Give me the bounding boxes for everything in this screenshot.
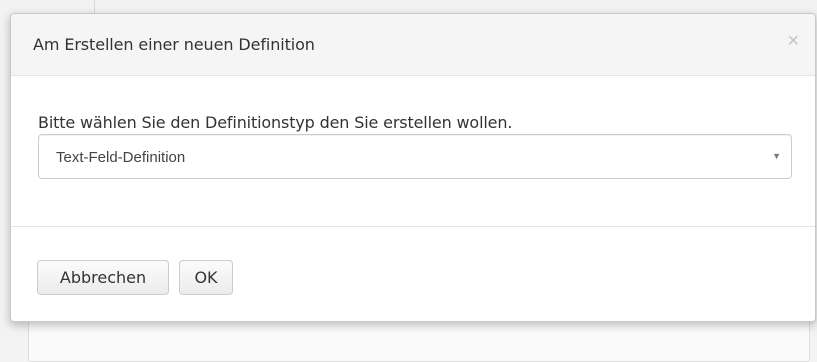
definition-type-selected-value: Text-Feld-Definition — [56, 149, 186, 166]
definition-type-select[interactable]: Text-Feld-Definition ▼ — [38, 134, 792, 179]
close-icon[interactable]: × — [787, 31, 799, 51]
dialog-body: Bitte wählen Sie den Definitionstyp den … — [11, 76, 815, 227]
create-definition-dialog: Am Erstellen einer neuen Definition × Bi… — [10, 13, 816, 322]
dialog-header: Am Erstellen einer neuen Definition × — [11, 14, 815, 76]
ok-button[interactable]: OK — [179, 260, 233, 295]
dialog-footer: Abbrechen OK — [11, 227, 815, 323]
cancel-button[interactable]: Abbrechen — [37, 260, 169, 295]
dialog-title: Am Erstellen einer neuen Definition — [33, 35, 315, 54]
chevron-down-icon: ▼ — [772, 151, 781, 161]
definition-type-prompt: Bitte wählen Sie den Definitionstyp den … — [38, 113, 513, 132]
